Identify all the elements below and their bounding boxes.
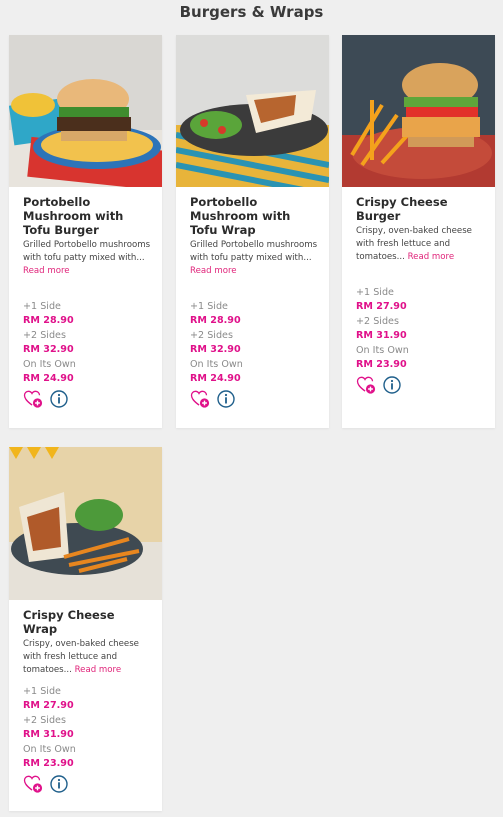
option-price[interactable]: RM 23.90 bbox=[356, 357, 409, 373]
price-options: +1 Side RM 28.90 +2 Sides RM 32.90 On It… bbox=[190, 300, 243, 409]
read-more-link[interactable]: Read more bbox=[75, 665, 122, 675]
price-options: +1 Side RM 27.90 +2 Sides RM 31.90 On It… bbox=[23, 685, 76, 794]
product-description: Grilled Portobello mushrooms with tofu p… bbox=[190, 240, 318, 263]
option-label: +2 Sides bbox=[356, 316, 399, 327]
info-icon[interactable] bbox=[49, 774, 69, 794]
option-label: +1 Side bbox=[23, 686, 61, 697]
product-image[interactable] bbox=[176, 35, 329, 187]
product-name: Crispy Cheese Burger bbox=[356, 195, 448, 223]
option-label: +2 Sides bbox=[23, 715, 66, 726]
option-price[interactable]: RM 24.90 bbox=[190, 371, 243, 387]
section-title: Burgers & Wraps bbox=[179, 3, 324, 21]
option-price[interactable]: RM 31.90 bbox=[23, 727, 76, 743]
option-price[interactable]: RM 32.90 bbox=[190, 342, 243, 358]
heart-plus-icon[interactable] bbox=[23, 389, 43, 409]
product-name: Crispy Cheese Wrap bbox=[23, 608, 115, 636]
price-options: +1 Side RM 28.90 +2 Sides RM 32.90 On It… bbox=[23, 300, 76, 409]
product-description: Grilled Portobello mushrooms with tofu p… bbox=[23, 240, 151, 263]
read-more-link[interactable]: Read more bbox=[23, 266, 70, 276]
read-more-link[interactable]: Read more bbox=[190, 266, 237, 276]
info-icon[interactable] bbox=[49, 389, 69, 409]
option-label: +2 Sides bbox=[190, 330, 233, 341]
info-icon[interactable] bbox=[216, 389, 236, 409]
option-label: +1 Side bbox=[356, 287, 394, 298]
option-price[interactable]: RM 28.90 bbox=[23, 313, 76, 329]
product-card[interactable]: Portobello Mushroom with Tofu Wrap Grill… bbox=[176, 35, 329, 428]
product-name: Portobello Mushroom with Tofu Wrap bbox=[190, 195, 291, 237]
heart-plus-icon[interactable] bbox=[23, 774, 43, 794]
heart-plus-icon[interactable] bbox=[356, 375, 376, 395]
option-price[interactable]: RM 27.90 bbox=[356, 299, 409, 315]
heart-plus-icon[interactable] bbox=[190, 389, 210, 409]
option-label: +1 Side bbox=[23, 301, 61, 312]
option-label: +2 Sides bbox=[23, 330, 66, 341]
option-price[interactable]: RM 28.90 bbox=[190, 313, 243, 329]
option-price[interactable]: RM 27.90 bbox=[23, 698, 76, 714]
info-icon[interactable] bbox=[382, 375, 402, 395]
option-price[interactable]: RM 23.90 bbox=[23, 756, 76, 772]
option-label: On Its Own bbox=[190, 359, 243, 370]
price-options: +1 Side RM 27.90 +2 Sides RM 31.90 On It… bbox=[356, 286, 409, 395]
option-label: On Its Own bbox=[356, 345, 409, 356]
option-price[interactable]: RM 32.90 bbox=[23, 342, 76, 358]
option-price[interactable]: RM 24.90 bbox=[23, 371, 76, 387]
product-name: Portobello Mushroom with Tofu Burger bbox=[23, 195, 124, 237]
option-label: On Its Own bbox=[23, 744, 76, 755]
product-card[interactable]: Portobello Mushroom with Tofu Burger Gri… bbox=[9, 35, 162, 428]
product-image[interactable] bbox=[9, 35, 162, 187]
option-label: +1 Side bbox=[190, 301, 228, 312]
product-card[interactable]: Crispy Cheese Burger Crispy, oven-baked … bbox=[342, 35, 495, 428]
product-card[interactable]: Crispy Cheese Wrap Crispy, oven-baked ch… bbox=[9, 447, 162, 811]
read-more-link[interactable]: Read more bbox=[408, 252, 455, 262]
product-image[interactable] bbox=[9, 447, 162, 600]
option-label: On Its Own bbox=[23, 359, 76, 370]
option-price[interactable]: RM 31.90 bbox=[356, 328, 409, 344]
product-image[interactable] bbox=[342, 35, 495, 187]
